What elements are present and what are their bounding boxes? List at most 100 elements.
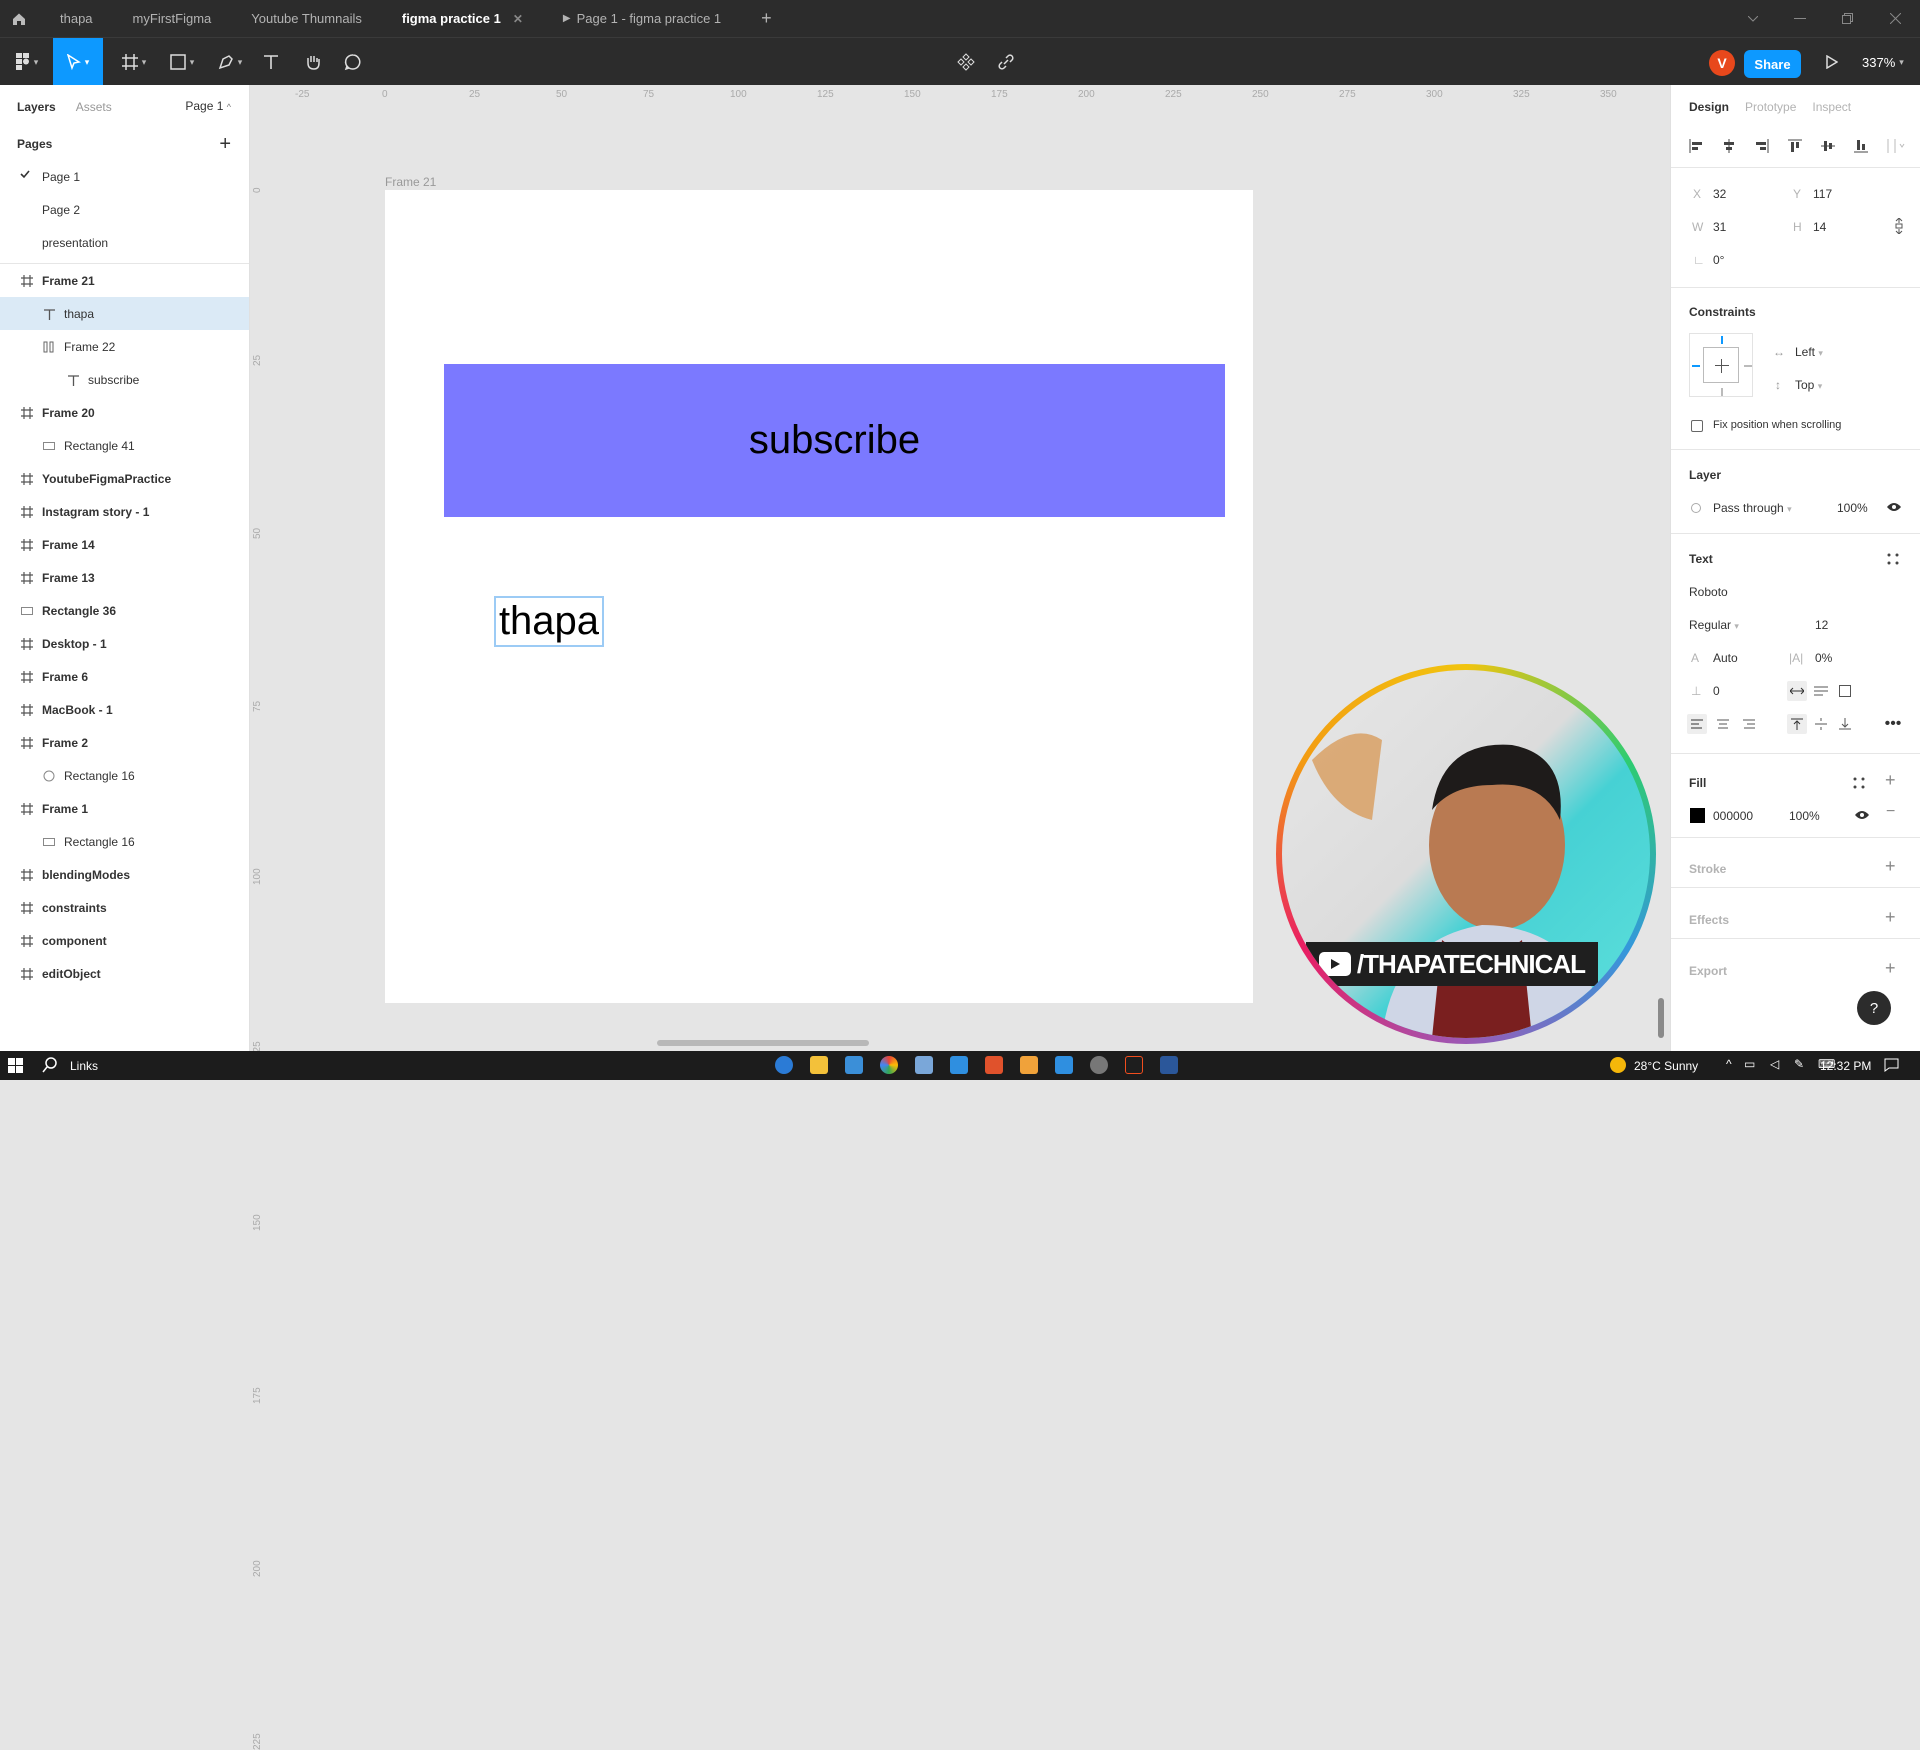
layer-row[interactable]: Frame 2: [0, 726, 249, 759]
home-icon[interactable]: [0, 0, 40, 37]
frame-label[interactable]: Frame 21: [385, 175, 436, 189]
share-button[interactable]: Share: [1744, 50, 1801, 78]
component-icon[interactable]: [952, 38, 980, 86]
windows-start-icon[interactable]: [8, 1058, 23, 1073]
page-selector[interactable]: Page 1 ^: [185, 99, 231, 113]
thapa-text[interactable]: thapa: [499, 599, 599, 644]
layer-row[interactable]: Frame 22: [0, 330, 249, 363]
tab-thapa[interactable]: thapa: [40, 0, 113, 37]
layer-row[interactable]: subscribe: [0, 363, 249, 396]
remove-fill-button[interactable]: −: [1886, 803, 1895, 821]
tab-inspect[interactable]: Inspect: [1812, 100, 1851, 114]
layer-row[interactable]: Frame 6: [0, 660, 249, 693]
move-tool-button[interactable]: ▾: [53, 38, 103, 86]
layer-opacity-input[interactable]: 100%: [1837, 501, 1868, 515]
vertical-align-bottom-icon[interactable]: [1835, 714, 1855, 734]
shape-tool-button[interactable]: ▾: [160, 38, 204, 86]
align-bottom-icon[interactable]: [1853, 138, 1869, 154]
align-horizontal-center-icon[interactable]: [1721, 138, 1737, 154]
layer-row[interactable]: Rectangle 36: [0, 594, 249, 627]
layer-row[interactable]: Frame 21: [0, 264, 249, 297]
constraints-widget[interactable]: [1689, 333, 1753, 397]
vscode-icon[interactable]: [950, 1056, 968, 1074]
clock[interactable]: 12:32 PM: [1820, 1059, 1871, 1073]
weather-text[interactable]: 28°C Sunny: [1634, 1059, 1698, 1073]
chrome-icon[interactable]: [880, 1056, 898, 1074]
store-icon[interactable]: [845, 1056, 863, 1074]
font-weight-select[interactable]: Regular ▾: [1689, 618, 1739, 632]
figma-icon[interactable]: [1125, 1056, 1143, 1074]
text-tool-button[interactable]: [258, 38, 284, 86]
vertical-constraint-select[interactable]: Top ▾: [1795, 378, 1822, 392]
close-tab-icon[interactable]: ✕: [513, 12, 523, 26]
layer-row[interactable]: YoutubeFigmaPractice: [0, 462, 249, 495]
layer-row[interactable]: editObject: [0, 957, 249, 990]
tab-prototype-page-1[interactable]: ▶ Page 1 - figma practice 1: [543, 0, 741, 37]
avatar[interactable]: V: [1709, 50, 1735, 76]
subscribe-frame[interactable]: subscribe: [444, 364, 1225, 517]
new-tab-button[interactable]: +: [741, 0, 792, 37]
notes-icon[interactable]: [1055, 1056, 1073, 1074]
tray-chevron-icon[interactable]: ^: [1726, 1057, 1732, 1071]
add-page-button[interactable]: +: [219, 133, 231, 156]
text-align-center-icon[interactable]: [1713, 714, 1733, 734]
layer-row[interactable]: blendingModes: [0, 858, 249, 891]
obs-icon[interactable]: [1090, 1056, 1108, 1074]
pen-tray-icon[interactable]: ✎: [1794, 1057, 1804, 1071]
office-icon[interactable]: [985, 1056, 1003, 1074]
paragraph-spacing-input[interactable]: 0: [1713, 684, 1720, 698]
vertical-scrollbar[interactable]: [1658, 998, 1664, 1038]
page-item-page-2[interactable]: Page 2: [0, 193, 249, 226]
vertical-align-middle-icon[interactable]: [1811, 714, 1831, 734]
text-align-left-icon[interactable]: [1687, 714, 1707, 734]
y-input[interactable]: 117: [1813, 187, 1832, 201]
horizontal-constraint-select[interactable]: Left ▾: [1795, 345, 1823, 359]
fill-styles-grid-icon[interactable]: [1851, 775, 1867, 791]
tab-figma-practice-1[interactable]: figma practice 1 ✕: [382, 0, 543, 37]
height-input[interactable]: 14: [1813, 220, 1826, 234]
fill-color-swatch[interactable]: [1690, 808, 1705, 823]
present-play-icon[interactable]: [1820, 38, 1844, 86]
blend-mode-select[interactable]: Pass through ▾: [1713, 501, 1792, 515]
close-window-icon[interactable]: [1890, 0, 1901, 37]
auto-width-icon[interactable]: [1787, 681, 1807, 701]
tab-overflow-icon[interactable]: [1748, 0, 1758, 37]
notification-icon[interactable]: [1884, 1058, 1899, 1072]
volume-icon[interactable]: ◁: [1770, 1057, 1779, 1071]
page-item-page-1[interactable]: Page 1: [0, 160, 249, 193]
word-icon[interactable]: [1160, 1056, 1178, 1074]
tab-prototype[interactable]: Prototype: [1745, 100, 1796, 114]
font-size-input[interactable]: 12: [1815, 618, 1828, 632]
frame-tool-button[interactable]: ▾: [112, 38, 156, 86]
main-menu-button[interactable]: ▾: [10, 38, 44, 86]
comment-tool-button[interactable]: [339, 38, 367, 86]
add-stroke-button[interactable]: +: [1885, 856, 1896, 877]
tab-myfirstfigma[interactable]: myFirstFigma: [113, 0, 232, 37]
layer-row[interactable]: component: [0, 924, 249, 957]
fill-hex-input[interactable]: 000000: [1713, 809, 1753, 823]
text-align-right-icon[interactable]: [1739, 714, 1759, 734]
tab-youtube-thumnails[interactable]: Youtube Thumnails: [231, 0, 382, 37]
distribute-icon[interactable]: [1885, 138, 1907, 154]
layer-row[interactable]: Frame 1: [0, 792, 249, 825]
add-fill-button[interactable]: +: [1885, 770, 1896, 791]
subscribe-text[interactable]: subscribe: [749, 418, 920, 463]
constrain-proportions-icon[interactable]: [1893, 217, 1905, 235]
align-left-icon[interactable]: [1688, 138, 1704, 154]
layer-row[interactable]: Frame 14: [0, 528, 249, 561]
tab-assets[interactable]: Assets: [76, 100, 112, 114]
help-button[interactable]: ?: [1857, 991, 1891, 1025]
zoom-dropdown[interactable]: 337% ▾: [1862, 38, 1904, 86]
layer-row[interactable]: thapa: [0, 297, 249, 330]
restore-icon[interactable]: [1842, 0, 1853, 37]
auto-height-icon[interactable]: [1811, 681, 1831, 701]
link-icon[interactable]: [992, 38, 1020, 86]
page-item-presentation[interactable]: presentation: [0, 226, 249, 259]
selected-text-layer[interactable]: thapa: [494, 596, 604, 647]
align-top-icon[interactable]: [1787, 138, 1803, 154]
text-styles-grid-icon[interactable]: [1885, 551, 1901, 567]
align-vertical-center-icon[interactable]: [1820, 138, 1836, 154]
add-effect-button[interactable]: +: [1885, 907, 1896, 928]
vertical-align-top-icon[interactable]: [1787, 714, 1807, 734]
fixed-size-icon[interactable]: [1835, 681, 1855, 701]
